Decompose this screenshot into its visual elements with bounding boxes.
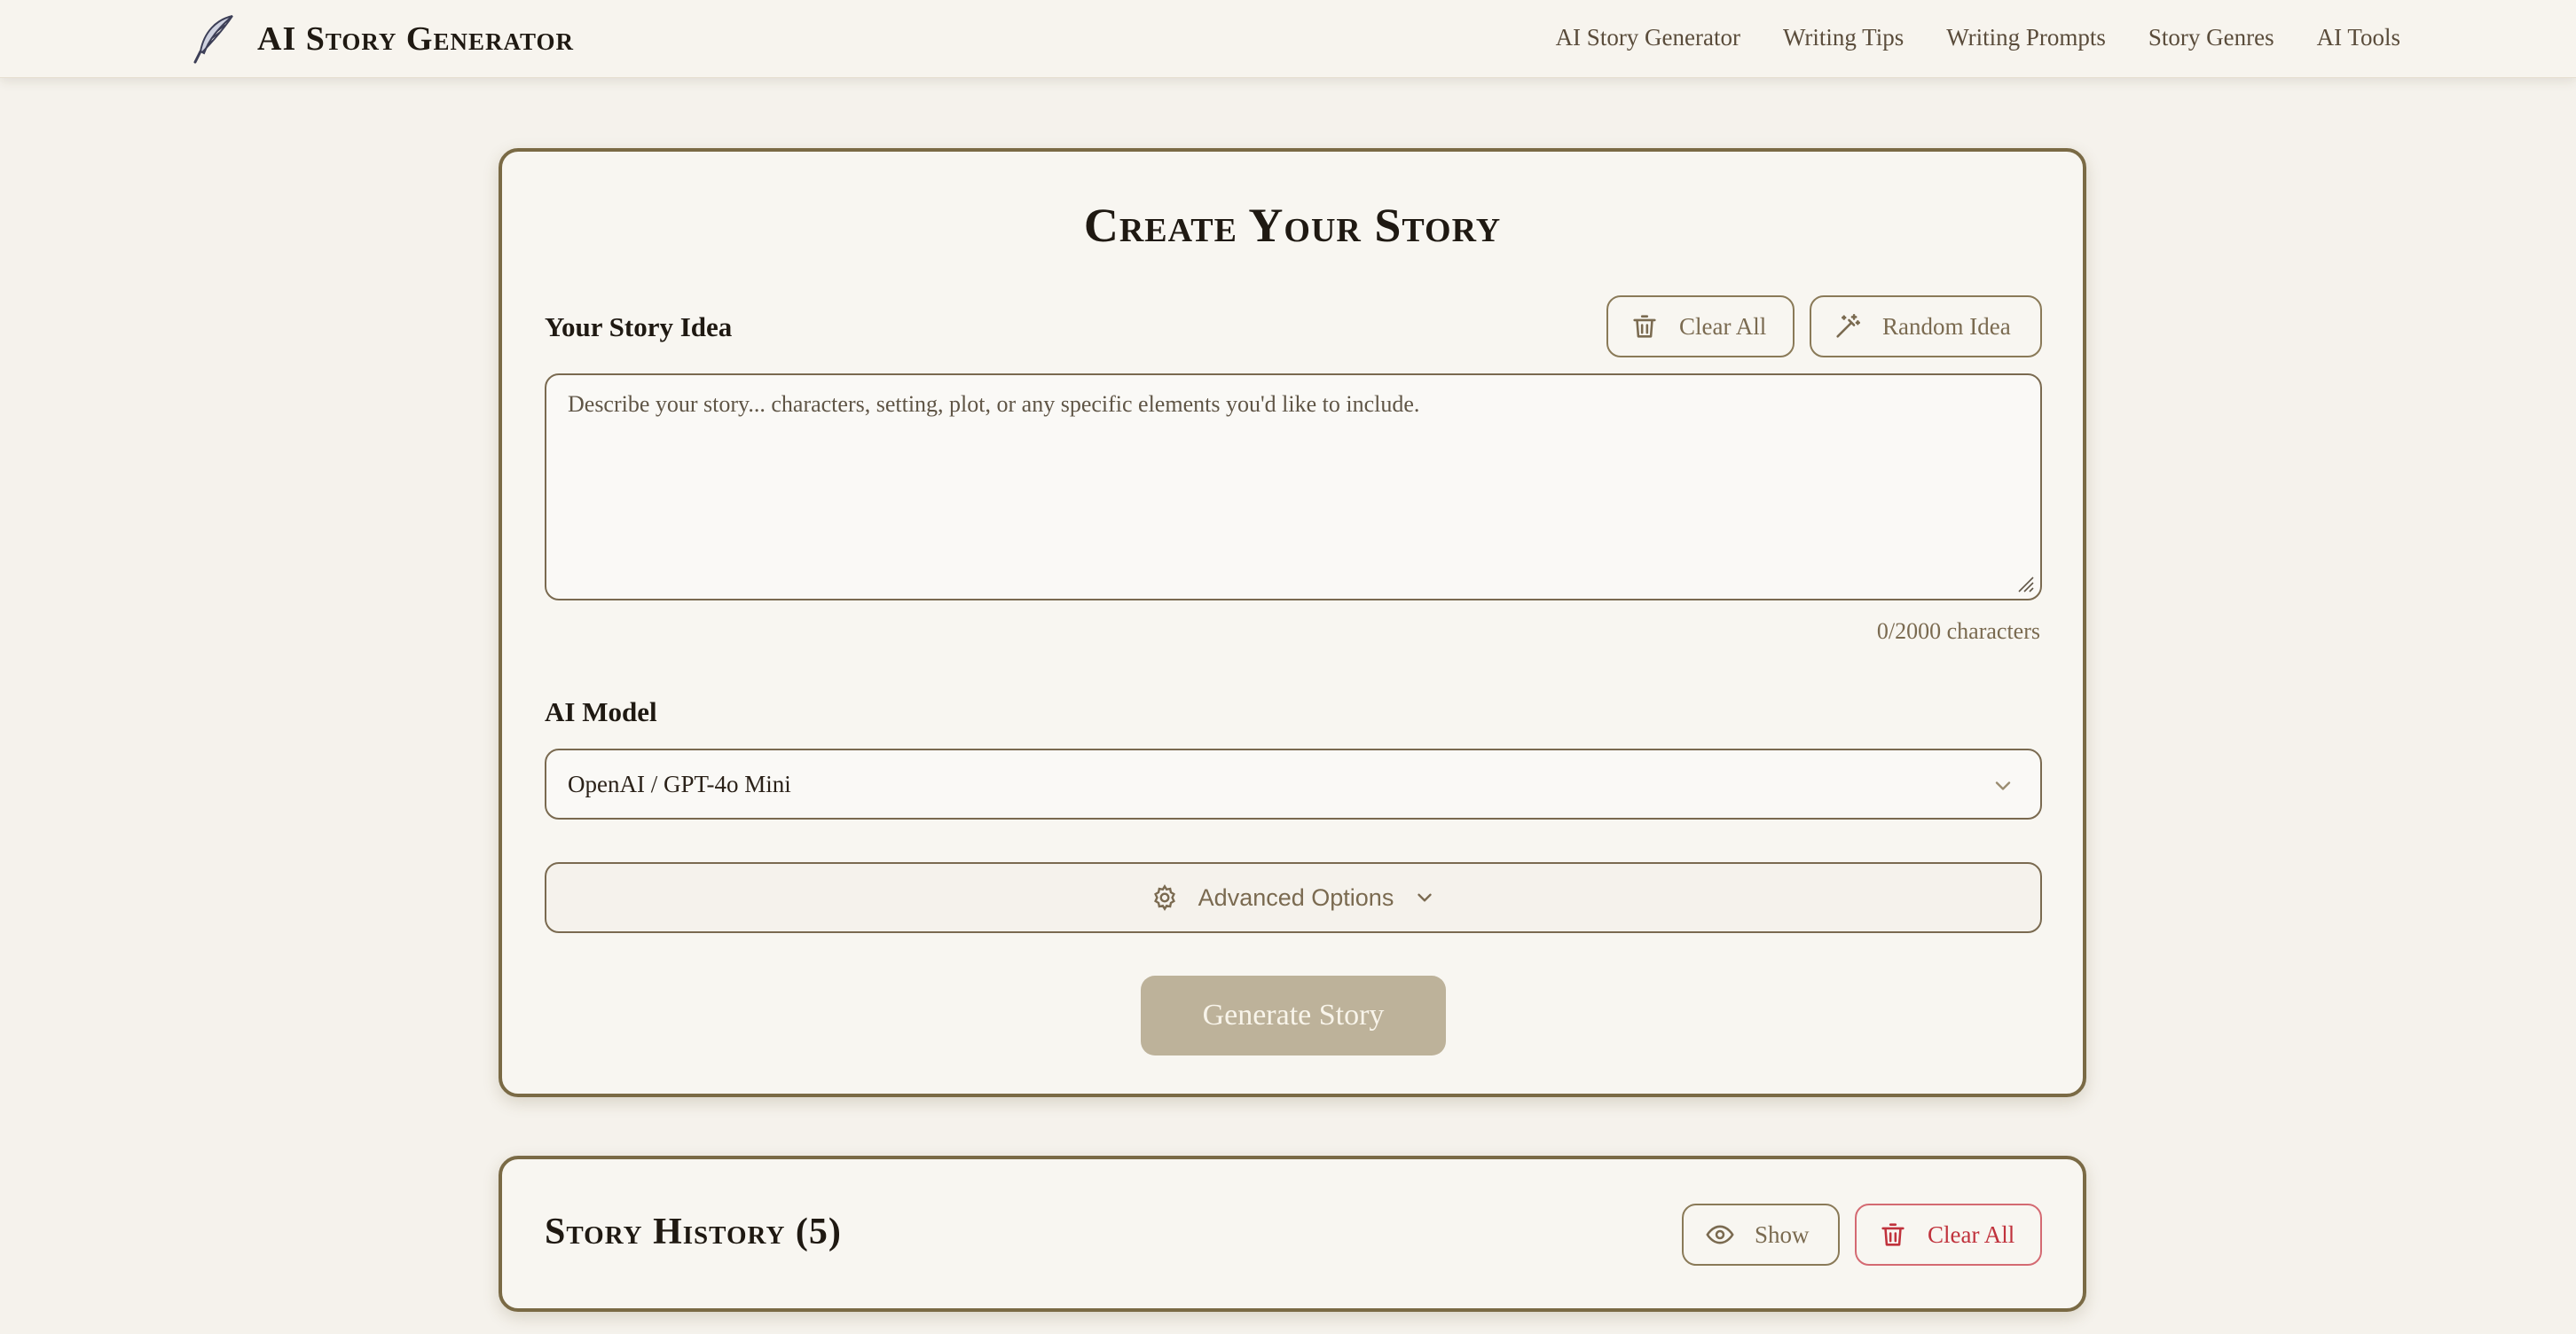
show-history-label: Show <box>1755 1220 1810 1248</box>
advanced-options-toggle[interactable]: Advanced Options <box>545 862 2042 933</box>
ai-model-select[interactable]: OpenAI / GPT-4o Mini <box>545 749 2042 820</box>
nav-item-ai-story-generator[interactable]: AI Story Generator <box>1556 24 1740 51</box>
eye-icon <box>1706 1225 1734 1244</box>
ai-model-label: AI Model <box>545 696 657 727</box>
show-history-button[interactable]: Show <box>1682 1204 1840 1266</box>
top-navbar: AI Story Generator AI Story Generator Wr… <box>0 0 2576 78</box>
app-title: AI Story Generator <box>257 20 575 58</box>
story-history-title: Story History (5) <box>545 1212 842 1252</box>
clear-idea-button[interactable]: Clear All <box>1606 295 1795 357</box>
trash-icon <box>1633 315 1656 338</box>
advanced-options-label: Advanced Options <box>1198 883 1394 911</box>
resize-handle-icon[interactable] <box>2014 572 2035 593</box>
create-story-card: Create Your Story Your Story Idea Clear … <box>499 148 2086 1097</box>
nav-item-ai-tools[interactable]: AI Tools <box>2317 24 2400 51</box>
chevron-down-icon <box>1995 781 2011 790</box>
story-history-card: Story History (5) Show Clear All <box>499 1156 2086 1312</box>
nav-item-writing-prompts[interactable]: Writing Prompts <box>1946 24 2106 51</box>
quill-icon <box>193 15 233 64</box>
random-idea-button[interactable]: Random Idea <box>1810 295 2042 357</box>
random-idea-label: Random Idea <box>1882 312 2011 340</box>
trash-icon <box>1881 1223 1905 1246</box>
gear-icon <box>1153 884 1175 911</box>
character-counter: 0/2000 characters <box>1876 618 2040 644</box>
clear-idea-label: Clear All <box>1679 312 1767 340</box>
story-idea-placeholder: Describe your story... characters, setti… <box>568 391 1420 417</box>
story-idea-textarea[interactable]: Describe your story... characters, setti… <box>545 373 2042 600</box>
create-story-title: Create Your Story <box>1083 199 1502 252</box>
magic-wand-icon <box>1836 313 1861 338</box>
nav-item-story-genres[interactable]: Story Genres <box>2148 24 2274 51</box>
main-nav: AI Story Generator Writing Tips Writing … <box>1556 0 2400 75</box>
chevron-down-icon <box>1418 893 1433 902</box>
clear-history-label: Clear All <box>1928 1220 2015 1248</box>
generate-story-button[interactable]: Generate Story <box>1141 976 1446 1055</box>
nav-item-writing-tips[interactable]: Writing Tips <box>1783 24 1904 51</box>
story-idea-label: Your Story Idea <box>545 311 733 342</box>
brand[interactable]: AI Story Generator <box>190 7 574 71</box>
clear-history-button[interactable]: Clear All <box>1855 1204 2042 1266</box>
ai-model-selected-value: OpenAI / GPT-4o Mini <box>568 770 791 797</box>
